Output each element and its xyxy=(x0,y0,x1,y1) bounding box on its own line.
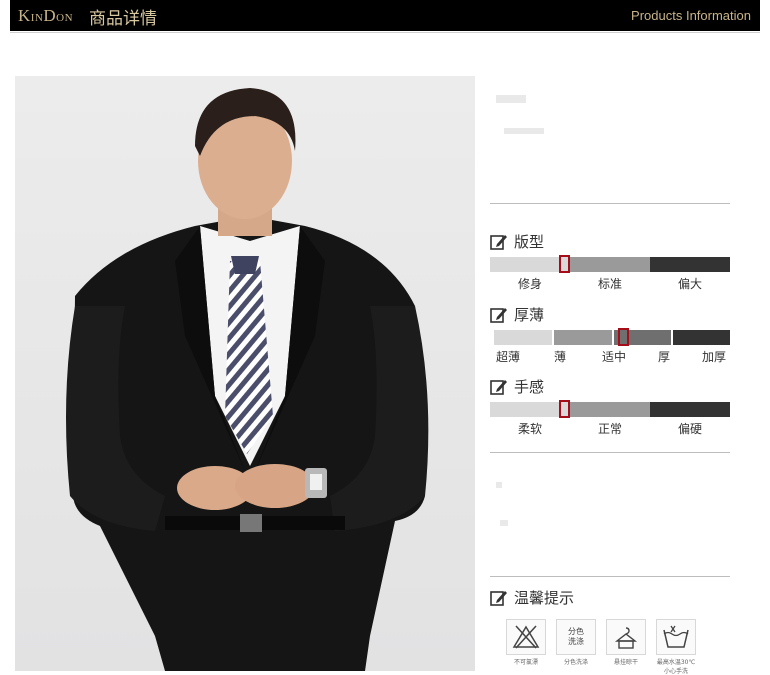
fit-scale-bar xyxy=(490,257,730,272)
faint-text-middle xyxy=(496,482,502,488)
section-title: 商品详情 xyxy=(89,9,157,29)
faint-text-top-2 xyxy=(504,128,544,134)
thickness-label-extrathick: 加厚 xyxy=(701,350,727,364)
header-bar: KINDON 商品详情 Products Information xyxy=(10,0,760,31)
feel-label-soft: 柔软 xyxy=(517,422,543,436)
divider-top xyxy=(490,203,730,204)
attr-title-thickness: 厚薄 xyxy=(490,304,544,325)
product-photo-man-icon xyxy=(15,76,475,671)
divider-middle xyxy=(490,452,730,453)
care-caption: 不可氯漂 xyxy=(513,659,538,666)
feel-selected-marker xyxy=(559,400,570,418)
header-underline xyxy=(10,32,760,33)
section-title-english: Products Information xyxy=(631,8,751,23)
feel-label-stiff: 偏硬 xyxy=(677,422,703,436)
edit-icon xyxy=(490,234,507,250)
care-caption: 分色洗涤 xyxy=(563,659,588,666)
edit-icon xyxy=(490,379,507,395)
care-no-bleach: 不可氯漂 xyxy=(506,619,546,666)
faint-text-top xyxy=(496,95,526,103)
product-photo xyxy=(15,76,475,671)
care-caption: 悬挂晾干 xyxy=(613,659,638,666)
thickness-label-thick: 厚 xyxy=(657,350,671,364)
feel-label-normal: 正常 xyxy=(597,422,623,436)
thickness-scale-bar xyxy=(494,330,730,345)
fit-label-standard: 标准 xyxy=(597,277,623,291)
feel-scale-bar xyxy=(490,402,730,417)
tips-title: 温馨提示 xyxy=(490,587,574,608)
hang-dry-icon xyxy=(606,619,646,655)
brand-logo: KINDON xyxy=(18,6,74,25)
fit-selected-marker xyxy=(559,255,570,273)
thickness-selected-marker xyxy=(618,328,629,346)
fit-label-loose: 偏大 xyxy=(677,277,703,291)
care-wash-30c: 最高水温30℃ 小心手洗 xyxy=(656,619,696,675)
edit-icon xyxy=(490,307,507,323)
separate-wash-icon: 分色 洗涤 xyxy=(556,619,596,655)
care-caption: 最高水温30℃ xyxy=(656,659,696,666)
attr-title-fit: 版型 xyxy=(490,231,544,252)
attr-title-feel: 手感 xyxy=(490,376,544,397)
wash-30c-icon xyxy=(656,619,696,655)
divider-bottom xyxy=(490,576,730,577)
no-bleach-icon xyxy=(506,619,546,655)
care-separate-wash: 分色 洗涤 分色洗涤 xyxy=(556,619,596,666)
care-hang-dry: 悬挂晾干 xyxy=(606,619,646,666)
edit-icon xyxy=(490,590,507,606)
thickness-label-thin: 薄 xyxy=(553,350,567,364)
thickness-label-medium: 适中 xyxy=(601,350,627,364)
thickness-label-ultrathin: 超薄 xyxy=(495,350,521,364)
faint-text-middle-2 xyxy=(500,520,508,526)
fit-label-slim: 修身 xyxy=(517,277,543,291)
